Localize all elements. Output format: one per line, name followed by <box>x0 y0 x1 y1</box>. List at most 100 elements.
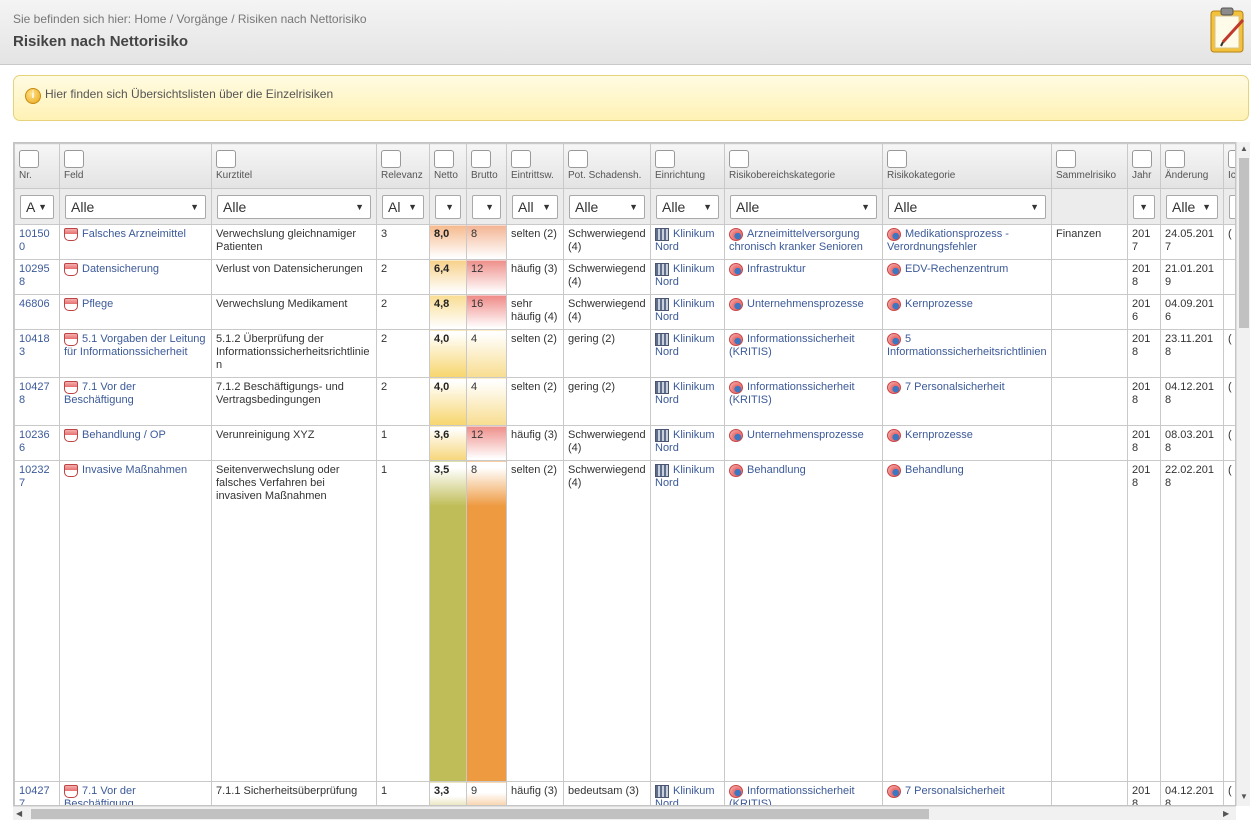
filter-select-ic[interactable] <box>1229 194 1235 219</box>
column-header-feld[interactable]: Feld <box>59 143 212 189</box>
breadcrumb-home-link[interactable]: Home <box>134 12 166 26</box>
table-row[interactable]: 102958 Datensicherung Verlust von Datens… <box>14 259 1235 295</box>
clipboard-pencil-icon[interactable] <box>1209 6 1247 54</box>
horizontal-scroll-thumb[interactable] <box>31 809 929 819</box>
filter-funnel-icon[interactable] <box>729 150 749 168</box>
cell-einrichtung[interactable]: Klinikum Nord <box>650 460 725 782</box>
cell-risikobereich[interactable]: Infrastruktur <box>724 259 883 295</box>
column-header-nr[interactable]: Nr. <box>14 143 60 189</box>
cell-feld[interactable]: Pflege <box>59 294 212 330</box>
horizontal-scrollbar[interactable]: ◀ ▶ <box>13 806 1236 820</box>
cell-feld[interactable]: 5.1 Vorgaben der Leitung für Information… <box>59 329 212 378</box>
filter-select-eintrittsw[interactable]: All ▼ <box>512 194 558 219</box>
cell-nr[interactable]: 104278 <box>14 377 60 426</box>
filter-funnel-icon[interactable] <box>434 150 454 168</box>
cell-feld[interactable]: 7.1 Vor der Beschäftigung <box>59 781 212 805</box>
filter-funnel-icon[interactable] <box>1165 150 1185 168</box>
cell-nr[interactable]: 104277 <box>14 781 60 805</box>
scroll-right-icon[interactable]: ▶ <box>1223 809 1229 818</box>
column-header-kurztitel[interactable]: Kurztitel <box>211 143 377 189</box>
cell-einrichtung[interactable]: Klinikum Nord <box>650 259 725 295</box>
cell-risikokategorie[interactable]: Kernprozesse <box>882 425 1052 461</box>
cell-feld[interactable]: Behandlung / OP <box>59 425 212 461</box>
table-row[interactable]: 102366 Behandlung / OP Verunreinigung XY… <box>14 425 1235 461</box>
column-header-netto[interactable]: Netto <box>429 143 467 189</box>
filter-funnel-icon[interactable] <box>64 150 84 168</box>
filter-select-nr[interactable]: A ▼ <box>20 194 54 219</box>
cell-risikokategorie[interactable]: 7 Personalsicherheit <box>882 781 1052 805</box>
filter-select-jahr[interactable]: ▼ <box>1133 194 1155 219</box>
cell-einrichtung[interactable]: Klinikum Nord <box>650 781 725 805</box>
cell-risikokategorie[interactable]: 7 Personalsicherheit <box>882 377 1052 426</box>
filter-funnel-icon[interactable] <box>1056 150 1076 168</box>
cell-nr[interactable]: 102366 <box>14 425 60 461</box>
filter-funnel-icon[interactable] <box>216 150 236 168</box>
cell-risikokategorie[interactable]: Medikationsprozess - Verordnungsfehler <box>882 224 1052 260</box>
cell-risikobereich[interactable]: Unternehmensprozesse <box>724 425 883 461</box>
column-header-sammelrisiko[interactable]: Sammelrisiko <box>1051 143 1128 189</box>
cell-nr[interactable]: 102327 <box>14 460 60 782</box>
cell-einrichtung[interactable]: Klinikum Nord <box>650 425 725 461</box>
filter-select-relevanz[interactable]: Al ▼ <box>382 194 424 219</box>
table-row[interactable]: 104183 5.1 Vorgaben der Leitung für Info… <box>14 329 1235 378</box>
breadcrumb-vorgaenge-link[interactable]: Vorgänge <box>176 12 227 26</box>
filter-select-kurztitel[interactable]: Alle ▼ <box>217 194 371 219</box>
cell-risikokategorie[interactable]: Behandlung <box>882 460 1052 782</box>
filter-select-risikobereich[interactable]: Alle ▼ <box>730 194 877 219</box>
column-header-risikobereich[interactable]: Risikobereichskategorie <box>724 143 883 189</box>
vertical-scrollbar[interactable]: ▲ ▼ <box>1236 142 1250 806</box>
column-header-aenderung[interactable]: Änderung <box>1160 143 1224 189</box>
cell-feld[interactable]: Datensicherung <box>59 259 212 295</box>
filter-funnel-icon[interactable] <box>511 150 531 168</box>
filter-select-feld[interactable]: Alle ▼ <box>65 194 206 219</box>
cell-risikobereich[interactable]: Informationssicherheit (KRITIS) <box>724 329 883 378</box>
filter-select-risikokategorie[interactable]: Alle ▼ <box>888 194 1046 219</box>
cell-einrichtung[interactable]: Klinikum Nord <box>650 224 725 260</box>
column-header-ic[interactable]: Ic <box>1223 143 1235 189</box>
cell-risikobereich[interactable]: Arzneimittelversorgung chronisch kranker… <box>724 224 883 260</box>
cell-einrichtung[interactable]: Klinikum Nord <box>650 294 725 330</box>
filter-funnel-icon[interactable] <box>19 150 39 168</box>
filter-funnel-icon[interactable] <box>655 150 675 168</box>
cell-nr[interactable]: 102958 <box>14 259 60 295</box>
cell-feld[interactable]: Invasive Maßnahmen <box>59 460 212 782</box>
cell-risikobereich[interactable]: Informationssicherheit (KRITIS) <box>724 781 883 805</box>
filter-select-brutto[interactable]: ▼ <box>472 194 501 219</box>
cell-nr[interactable]: 101500 <box>14 224 60 260</box>
cell-nr[interactable]: 46806 <box>14 294 60 330</box>
filter-select-aenderung[interactable]: Alle ▼ <box>1166 194 1218 219</box>
table-row[interactable]: 101500 Falsches Arzneimittel Verwechslun… <box>14 224 1235 260</box>
column-header-brutto[interactable]: Brutto <box>466 143 507 189</box>
table-row[interactable]: 46806 Pflege Verwechslung Medikament 2 4… <box>14 294 1235 330</box>
filter-funnel-icon[interactable] <box>471 150 491 168</box>
cell-risikobereich[interactable]: Informationssicherheit (KRITIS) <box>724 377 883 426</box>
filter-funnel-icon[interactable] <box>1228 150 1235 168</box>
filter-select-netto[interactable]: ▼ <box>435 194 461 219</box>
cell-risikokategorie[interactable]: EDV-Rechenzentrum <box>882 259 1052 295</box>
cell-einrichtung[interactable]: Klinikum Nord <box>650 329 725 378</box>
column-header-schadensh[interactable]: Pot. Schadensh. <box>563 143 651 189</box>
table-row[interactable]: 104278 7.1 Vor der Beschäftigung 7.1.2 B… <box>14 377 1235 426</box>
cell-einrichtung[interactable]: Klinikum Nord <box>650 377 725 426</box>
filter-funnel-icon[interactable] <box>1132 150 1152 168</box>
cell-risikobereich[interactable]: Behandlung <box>724 460 883 782</box>
cell-nr[interactable]: 104183 <box>14 329 60 378</box>
filter-funnel-icon[interactable] <box>568 150 588 168</box>
cell-feld[interactable]: Falsches Arzneimittel <box>59 224 212 260</box>
filter-funnel-icon[interactable] <box>887 150 907 168</box>
scroll-left-icon[interactable]: ◀ <box>16 809 22 818</box>
filter-select-schadensh[interactable]: Alle ▼ <box>569 194 645 219</box>
vertical-scroll-thumb[interactable] <box>1239 158 1249 328</box>
column-header-einrichtung[interactable]: Einrichtung <box>650 143 725 189</box>
cell-feld[interactable]: 7.1 Vor der Beschäftigung <box>59 377 212 426</box>
table-row[interactable]: 102327 Invasive Maßnahmen Seitenverwechs… <box>14 460 1235 782</box>
cell-risikobereich[interactable]: Unternehmensprozesse <box>724 294 883 330</box>
filter-funnel-icon[interactable] <box>381 150 401 168</box>
column-header-jahr[interactable]: Jahr <box>1127 143 1161 189</box>
filter-select-einrichtung[interactable]: Alle ▼ <box>656 194 719 219</box>
cell-risikokategorie[interactable]: 5 Informationssicherheitsrichtlinien <box>882 329 1052 378</box>
column-header-eintrittsw[interactable]: Eintrittsw. <box>506 143 564 189</box>
table-row[interactable]: 104277 7.1 Vor der Beschäftigung 7.1.1 S… <box>14 781 1235 805</box>
cell-risikokategorie[interactable]: Kernprozesse <box>882 294 1052 330</box>
column-header-risikokategorie[interactable]: Risikokategorie <box>882 143 1052 189</box>
